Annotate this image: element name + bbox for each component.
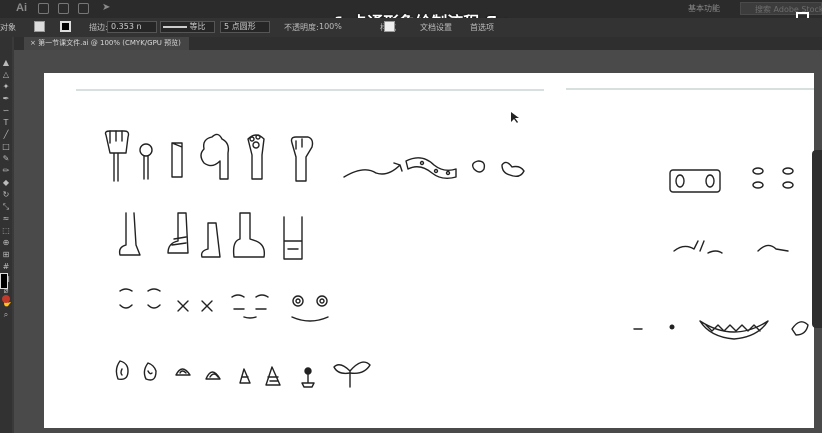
dot-sketch [669, 324, 675, 330]
leg-sketch-3 [200, 222, 221, 258]
free-transform-tool-icon[interactable]: ⬚ [2, 227, 10, 235]
antenna-sketch [301, 367, 315, 388]
app-logo: Ai [16, 2, 27, 14]
face-spiral-eyes-sketch [291, 295, 329, 322]
line-tool-icon[interactable]: ╱ [2, 131, 10, 139]
send-icon[interactable]: ➤ [102, 2, 110, 13]
eyebrow-sketch-2 [757, 244, 789, 252]
preferences-button[interactable]: 首选项 [470, 22, 494, 33]
bump-sketch-1 [175, 368, 191, 376]
perspective-grid-tool-icon[interactable]: ⊞ [2, 251, 10, 259]
leg-pants-sketch [283, 216, 303, 260]
paintbrush-tool-icon[interactable]: ✎ [2, 155, 10, 163]
fluffy-sleeve-sketch [200, 133, 230, 180]
stock-search-field[interactable]: 搜索 Adobe Stock [740, 2, 822, 15]
stock-search-placeholder: 搜索 Adobe Stock [755, 5, 822, 14]
document-tab-bar: × 第一节课文件.ai @ 100% (CMYK/GPU 预览) [14, 37, 822, 50]
scale-tool-icon[interactable]: ⤡ [2, 203, 10, 211]
face-sketch-1 [119, 288, 161, 309]
document-tab-close[interactable]: × [30, 39, 36, 47]
tools-panel: ▲ △ ✦ ✒ ∽ T ╱ □ ✎ ✏ ◆ ↻ ⤡ ≈ ⬚ ⊕ ⊞ # ▤ ⌀ … [0, 37, 12, 433]
style-swatch[interactable] [384, 21, 395, 32]
collapsed-panel-dock[interactable] [812, 150, 822, 328]
tooth-sketch [791, 321, 809, 336]
document-tab-label: 第一节课文件.ai @ 100% (CMYK/GPU 预览) [38, 39, 181, 47]
brush-definition-dropdown[interactable]: 5 点圆形 [220, 21, 270, 33]
leg-sketch-1 [118, 212, 141, 256]
none-color-icon[interactable] [2, 295, 10, 303]
horn-sketch-2 [265, 366, 281, 386]
workspace-switcher[interactable]: 基本功能 [688, 3, 720, 14]
horn-sketch-1 [239, 368, 251, 384]
stroke-swatch[interactable] [60, 21, 71, 32]
arm-straight-sketch [171, 142, 183, 178]
cartoon-sketches [76, 88, 814, 388]
fill-stroke-indicator[interactable] [0, 273, 8, 289]
stroke-label: 描边: [89, 23, 108, 32]
teeth-mouth-sketch [699, 320, 769, 340]
eyes-pair-sketch-1 [752, 167, 794, 189]
pencil-tool-icon[interactable]: ✏ [2, 167, 10, 175]
mesh-tool-icon[interactable]: # [2, 263, 10, 271]
bump-sketch-2 [205, 371, 221, 380]
wavy-arm-sketch [343, 162, 403, 178]
small-hand-sketch [471, 160, 486, 173]
eraser-tool-icon[interactable]: ◆ [2, 179, 10, 187]
leg-boot-sketch [232, 212, 266, 258]
goggles-sketch [669, 169, 721, 193]
fill-swatch[interactable] [34, 21, 45, 32]
face-sketch-3 [231, 294, 269, 319]
object-label: 对象 [0, 23, 16, 32]
arrange-documents-icon[interactable] [78, 3, 89, 14]
stroke-weight-field[interactable]: 0.353 n [107, 21, 157, 33]
leg-sock-sketch [167, 212, 189, 254]
pen-tool-icon[interactable]: ✒ [2, 95, 10, 103]
variable-width-profile[interactable]: 等比 [160, 21, 215, 33]
shape-builder-tool-icon[interactable]: ⊕ [2, 239, 10, 247]
paw-sketch [247, 134, 265, 180]
sprout-sketch [333, 361, 371, 388]
profile-label: 等比 [189, 22, 206, 31]
width-tool-icon[interactable]: ≈ [2, 215, 10, 223]
magic-wand-tool-icon[interactable]: ✦ [2, 83, 10, 91]
rotate-tool-icon[interactable]: ↻ [2, 191, 10, 199]
patterned-arm-sketch [405, 157, 457, 180]
direct-selection-tool-icon[interactable]: △ [2, 71, 10, 79]
zoom-tool-icon[interactable]: ⌕ [2, 311, 10, 319]
control-bar: 对象 描边: 0.353 n 等比 5 点圆形 不透明度: 100% 样式 文档… [0, 18, 822, 37]
mouse-cursor-icon [511, 112, 519, 123]
curled-hand-sketch [501, 161, 525, 178]
type-tool-icon[interactable]: T [2, 119, 10, 127]
opacity-field[interactable]: 100% [319, 22, 342, 31]
selection-tool-icon[interactable]: ▲ [2, 59, 10, 67]
bridge-icon[interactable] [38, 3, 49, 14]
eyebrow-sketch-1 [673, 240, 723, 254]
ear-sketch [115, 360, 129, 381]
arm-ball-sketch [139, 143, 153, 180]
rectangle-tool-icon[interactable]: □ [2, 143, 10, 151]
ear-swirl-sketch [143, 362, 157, 381]
artboard[interactable] [44, 73, 814, 428]
fist-sketch [290, 136, 314, 182]
face-x-eyes-sketch [177, 300, 213, 312]
hand-glove-sketch [104, 130, 130, 182]
stock-icon[interactable] [58, 3, 69, 14]
document-setup-button[interactable]: 文档设置 [420, 22, 452, 33]
opacity-label: 不透明度: [284, 23, 319, 32]
document-tab[interactable]: × 第一节课文件.ai @ 100% (CMYK/GPU 预览) [24, 37, 189, 50]
curvature-tool-icon[interactable]: ∽ [2, 107, 10, 115]
